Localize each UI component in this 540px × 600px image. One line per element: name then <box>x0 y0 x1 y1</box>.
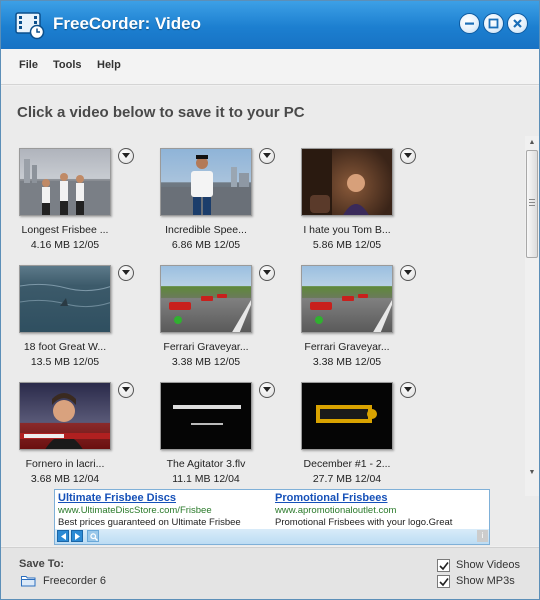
menu-bar: File Tools Help <box>1 49 539 85</box>
save-folder-link[interactable]: Freecorder 6 <box>43 575 106 587</box>
app-window: FreeCorder: Video File Tools Help Click … <box>0 0 540 600</box>
vertical-scrollbar[interactable]: ▲ ▼ <box>525 136 539 496</box>
video-options-button[interactable] <box>118 148 134 164</box>
video-thumbnail[interactable] <box>301 148 393 216</box>
ad-description: Best prices guaranteed on Ultimate Frisb… <box>58 517 241 528</box>
video-title: Incredible Spee... <box>165 224 247 236</box>
close-icon <box>513 19 522 28</box>
ad-next-button[interactable] <box>71 530 83 542</box>
window-title: FreeCorder: Video <box>53 14 202 33</box>
page-title: Click a video below to save it to your P… <box>17 104 305 121</box>
checkmark-icon <box>439 562 449 571</box>
video-meta: 5.86 MB 12/05 <box>312 239 382 251</box>
ad-link-ultimate-frisbee[interactable]: Ultimate Frisbee Discs <box>58 492 268 504</box>
menu-help[interactable]: Help <box>97 59 121 71</box>
video-title: Ferrari Graveyar... <box>304 341 390 353</box>
minimize-button[interactable] <box>459 13 480 34</box>
chevron-down-icon <box>404 387 412 392</box>
grip-line <box>529 202 535 203</box>
close-button[interactable] <box>507 13 528 34</box>
checkmark-icon <box>439 578 449 587</box>
video-thumbnail[interactable] <box>160 148 252 216</box>
video-options-button[interactable] <box>259 382 275 398</box>
video-title: I hate you Tom B... <box>303 224 391 236</box>
scroll-thumb[interactable] <box>526 150 538 258</box>
scroll-down-arrow-icon[interactable]: ▼ <box>525 466 539 480</box>
scroll-up-arrow-icon[interactable]: ▲ <box>525 136 539 150</box>
chevron-down-icon <box>404 270 412 275</box>
video-thumbnail[interactable] <box>19 382 111 450</box>
chevron-down-icon <box>122 153 130 158</box>
show-videos-label: Show Videos <box>456 559 521 571</box>
ad-right: Promotional Frisbees www.apromotionalout… <box>275 492 485 528</box>
ad-left: Ultimate Frisbee Discs www.UltimateDiscS… <box>58 492 268 528</box>
ad-url[interactable]: www.apromotionaloutlet.com <box>275 505 485 516</box>
maximize-icon <box>488 18 499 29</box>
video-meta: 6.86 MB 12/05 <box>171 239 241 251</box>
video-options-button[interactable] <box>118 265 134 281</box>
menu-tools[interactable]: Tools <box>53 59 82 71</box>
chevron-down-icon <box>122 270 130 275</box>
video-options-button[interactable] <box>400 382 416 398</box>
video-thumbnail[interactable] <box>160 265 252 333</box>
ad-banner: Ultimate Frisbee Discs www.UltimateDiscS… <box>54 489 490 545</box>
checkbox[interactable] <box>437 559 450 572</box>
video-options-button[interactable] <box>118 382 134 398</box>
video-thumbnail[interactable] <box>301 382 393 450</box>
video-title: 18 foot Great W... <box>23 341 107 353</box>
chevron-down-icon <box>263 387 271 392</box>
grip-line <box>529 199 535 200</box>
ad-prev-button[interactable] <box>57 530 69 542</box>
chevron-down-icon <box>263 270 271 275</box>
video-thumbnail[interactable] <box>19 265 111 333</box>
save-to-label: Save To: <box>19 558 65 570</box>
video-meta: 3.68 MB 12/04 <box>30 473 100 485</box>
video-meta: 3.38 MB 12/05 <box>312 356 382 368</box>
video-thumbnail[interactable] <box>301 265 393 333</box>
video-meta: 13.5 MB 12/05 <box>30 356 100 368</box>
video-options-button[interactable] <box>400 148 416 164</box>
ad-link-promotional-frisbees[interactable]: Promotional Frisbees <box>275 492 485 504</box>
ad-search-button[interactable] <box>87 530 99 542</box>
checkbox[interactable] <box>437 575 450 588</box>
film-clock-icon <box>15 10 45 40</box>
video-meta: 4.16 MB 12/05 <box>30 239 100 251</box>
title-bar[interactable]: FreeCorder: Video <box>1 1 539 49</box>
footer-panel: Save To: Freecorder 6 Show Videos Show M… <box>1 547 539 599</box>
search-icon <box>90 533 98 541</box>
arrow-right-icon <box>75 533 80 540</box>
video-meta: 3.38 MB 12/05 <box>171 356 241 368</box>
video-options-button[interactable] <box>259 148 275 164</box>
chevron-down-icon <box>122 387 130 392</box>
video-title: Ferrari Graveyar... <box>163 341 249 353</box>
arrow-left-icon <box>61 533 66 540</box>
video-list-panel: Click a video below to save it to your P… <box>1 86 539 546</box>
video-title: December #1 - 2... <box>303 458 391 470</box>
video-meta: 11.1 MB 12/04 <box>172 473 240 485</box>
ad-description: Promotional Frisbees with your logo.Grea… <box>275 517 453 528</box>
minimize-icon <box>465 22 474 25</box>
video-options-button[interactable] <box>259 265 275 281</box>
ad-nav-bar: i <box>55 529 489 544</box>
video-thumbnail[interactable] <box>19 148 111 216</box>
maximize-button[interactable] <box>483 13 504 34</box>
video-title: Fornero in lacri... <box>25 458 105 470</box>
folder-icon <box>21 576 36 587</box>
menu-file[interactable]: File <box>19 59 38 71</box>
video-title: Longest Frisbee ... <box>21 224 109 236</box>
grip-line <box>529 205 535 206</box>
show-mp3s-label: Show MP3s <box>456 575 515 587</box>
chevron-down-icon <box>263 153 271 158</box>
info-icon[interactable]: i <box>477 530 488 542</box>
video-options-button[interactable] <box>400 265 416 281</box>
ad-url[interactable]: www.UltimateDiscStore.com/Frisbee <box>58 505 268 516</box>
video-title: The Agitator 3.flv <box>166 458 246 470</box>
video-meta: 27.7 MB 12/04 <box>312 473 382 485</box>
chevron-down-icon <box>404 153 412 158</box>
video-thumbnail[interactable] <box>160 382 252 450</box>
